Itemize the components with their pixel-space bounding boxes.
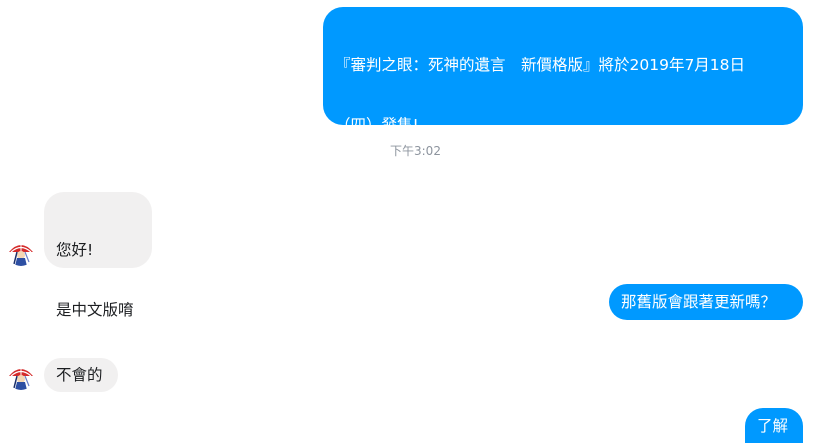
- avatar-icon: [7, 362, 35, 390]
- message-line: 【價格：台灣：990TWD 香港：248HKD（建議零售價）】: [335, 176, 741, 194]
- message-line: 您好!: [56, 241, 94, 259]
- incoming-message[interactable]: 您好! 是中文版唷 謝謝!: [44, 192, 152, 379]
- outgoing-message[interactable]: 了解: [745, 408, 803, 443]
- contact-avatar[interactable]: [7, 362, 35, 390]
- message-line: 『審判之眼：死神的遺言 新價格版』將於2019年7月18日: [335, 56, 746, 74]
- message-text: 了解: [757, 417, 789, 435]
- message-line: （四）發售!: [335, 116, 419, 134]
- chat-thread: 『審判之眼：死神的遺言 新價格版』將於2019年7月18日 （四）發售! 【價格…: [0, 0, 817, 443]
- incoming-message[interactable]: 不會的: [44, 358, 118, 392]
- message-text: 那舊版會跟著更新嗎？: [621, 293, 777, 311]
- avatar-icon: [7, 238, 35, 266]
- message-text: 不會的: [56, 366, 103, 384]
- message-line: 是中文版唷: [56, 301, 134, 319]
- message-timestamp: 下午3:02: [390, 144, 441, 158]
- outgoing-message[interactable]: 『審判之眼：死神的遺言 新價格版』將於2019年7月18日 （四）發售! 【價格…: [323, 7, 803, 314]
- outgoing-message[interactable]: 那舊版會跟著更新嗎？: [609, 284, 803, 320]
- contact-avatar[interactable]: [7, 238, 35, 266]
- message-line: --------------: [335, 236, 414, 254]
